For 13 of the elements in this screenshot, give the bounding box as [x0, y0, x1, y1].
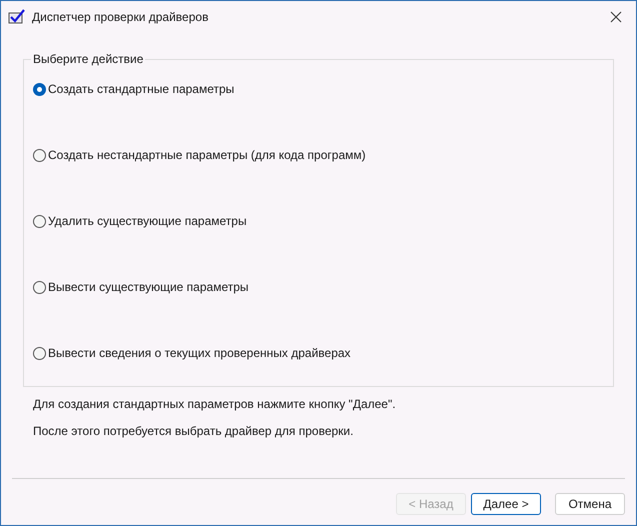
- dialog-button[interactable]: Далее >: [471, 493, 541, 515]
- radio-option[interactable]: Создать нестандартные параметры (для кода программ): [33, 147, 366, 163]
- checklist-icon: [8, 9, 26, 25]
- close-icon: [610, 11, 622, 23]
- radio-option[interactable]: Вывести сведения о текущих проверенных драйверах: [33, 345, 351, 361]
- radio-option[interactable]: Вывести существующие параметры: [33, 279, 249, 295]
- dialog-button[interactable]: Отмена: [555, 493, 625, 515]
- radio-option[interactable]: Удалить существующие параметры: [33, 213, 247, 229]
- radio-option[interactable]: Создать стандартные параметры: [33, 81, 234, 97]
- info-text: После этого потребуется выбрать драйвер для проверки.: [33, 424, 354, 438]
- window-title: Диспетчер проверки драйверов: [32, 9, 208, 26]
- group-legend: Выберите действие: [31, 52, 146, 66]
- info-text: Для создания стандартных параметров нажмите кнопку "Далее".: [33, 397, 397, 411]
